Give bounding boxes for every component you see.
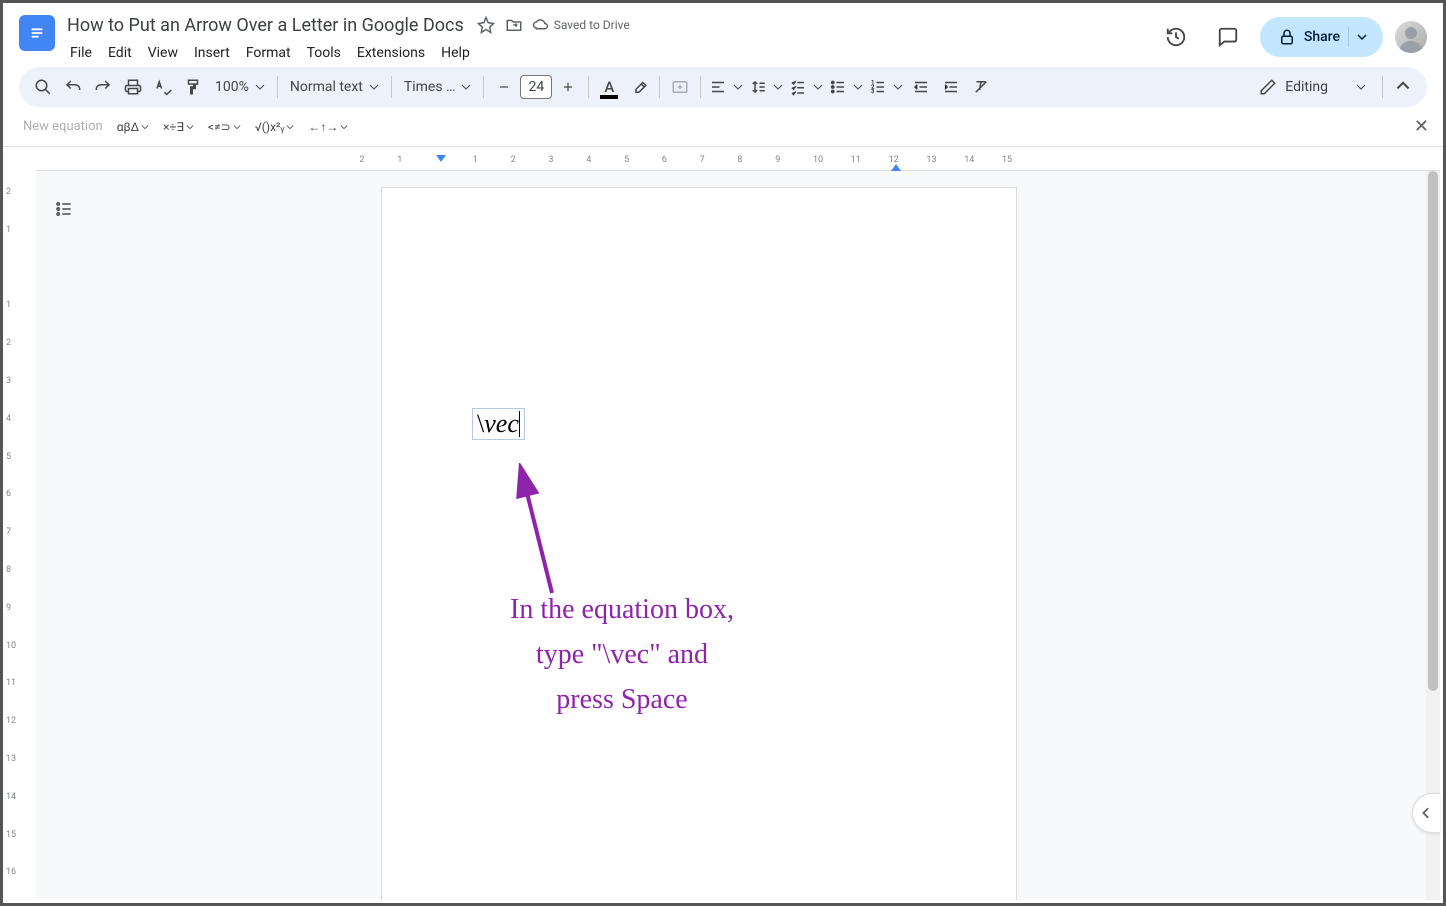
docs-logo-icon[interactable] — [19, 15, 55, 51]
save-status: Saved to Drive — [532, 16, 630, 34]
menu-bar: File Edit View Insert Format Tools Exten… — [63, 41, 1156, 65]
horizontal-ruler[interactable]: 21123456789101112131415 — [348, 155, 984, 171]
annotation-text: In the equation box, type "\vec" and pre… — [422, 588, 822, 722]
highlight-color-icon[interactable] — [625, 73, 653, 101]
eq-math-dropdown[interactable]: √()x²ᵧ — [255, 120, 295, 134]
menu-edit[interactable]: Edit — [101, 41, 139, 65]
annotation-arrow — [502, 463, 562, 603]
line-spacing-dropdown[interactable] — [747, 73, 785, 101]
menu-format[interactable]: Format — [239, 41, 298, 65]
menu-help[interactable]: Help — [434, 41, 477, 65]
main-toolbar: 100% Normal text Times … 24 A 123 Editin… — [19, 67, 1427, 107]
document-page[interactable]: \\vecvec In the equation box, type "\vec… — [381, 187, 1017, 900]
ruler-indent-marker-right[interactable] — [891, 164, 901, 171]
account-avatar[interactable] — [1395, 21, 1427, 53]
checklist-dropdown[interactable] — [787, 73, 825, 101]
indent-increase-icon[interactable] — [937, 73, 965, 101]
menu-insert[interactable]: Insert — [187, 41, 237, 65]
move-folder-icon[interactable] — [504, 15, 524, 35]
eq-greek-dropdown[interactable]: αβΔ — [117, 120, 149, 134]
insert-image-icon[interactable] — [666, 73, 694, 101]
share-dropdown-caret[interactable] — [1348, 27, 1375, 47]
new-equation-label[interactable]: New equation — [23, 119, 103, 134]
editing-mode-dropdown[interactable]: Editing — [1249, 71, 1376, 103]
vertical-ruler[interactable]: 2112345678910111213141516 — [6, 187, 20, 900]
document-title[interactable]: How to Put an Arrow Over a Letter in Goo… — [63, 15, 468, 36]
equation-input-box[interactable]: \\vecvec — [472, 408, 525, 440]
lock-icon — [1278, 28, 1296, 46]
indent-decrease-icon[interactable] — [907, 73, 935, 101]
print-icon[interactable] — [119, 73, 147, 101]
menu-view[interactable]: View — [141, 41, 185, 65]
redo-icon[interactable] — [89, 73, 117, 101]
text-color-icon[interactable]: A — [595, 73, 623, 101]
eq-arrows-dropdown[interactable]: ←↑→ — [308, 120, 348, 134]
search-menus-icon[interactable] — [29, 73, 57, 101]
hide-menus-icon[interactable] — [1389, 73, 1417, 101]
font-size-increase-icon[interactable] — [554, 73, 582, 101]
font-dropdown[interactable]: Times … — [398, 73, 478, 101]
spellcheck-icon[interactable] — [149, 73, 177, 101]
document-canvas: \\vecvec In the equation box, type "\vec… — [36, 171, 1440, 900]
app-header: How to Put an Arrow Over a Letter in Goo… — [3, 3, 1443, 67]
font-size-input[interactable]: 24 — [520, 75, 552, 99]
history-icon[interactable] — [1156, 17, 1196, 57]
zoom-dropdown[interactable]: 100% — [209, 73, 271, 101]
scrollbar-thumb[interactable] — [1428, 171, 1438, 691]
paint-format-icon[interactable] — [179, 73, 207, 101]
numbered-list-dropdown[interactable]: 123 — [867, 73, 905, 101]
equation-toolbar: New equation αβΔ ×÷∃ <≠⊃ √()x²ᵧ ←↑→ ✕ — [3, 107, 1443, 147]
svg-text:3: 3 — [872, 89, 875, 95]
menu-file[interactable]: File — [63, 41, 99, 65]
font-size-decrease-icon[interactable] — [490, 73, 518, 101]
cloud-icon — [532, 16, 550, 34]
share-button[interactable]: Share — [1260, 17, 1383, 57]
star-icon[interactable] — [476, 15, 496, 35]
bullet-list-dropdown[interactable] — [827, 73, 865, 101]
scrollbar-track[interactable] — [1426, 171, 1440, 900]
clear-formatting-icon[interactable] — [967, 73, 995, 101]
eq-operators-dropdown[interactable]: ×÷∃ — [163, 120, 194, 134]
align-dropdown[interactable] — [707, 73, 745, 101]
eq-relations-dropdown[interactable]: <≠⊃ — [208, 120, 241, 134]
close-icon[interactable]: ✕ — [1414, 116, 1429, 137]
ruler-indent-marker-top[interactable] — [436, 155, 446, 162]
menu-extensions[interactable]: Extensions — [350, 41, 432, 65]
paragraph-style-dropdown[interactable]: Normal text — [284, 73, 385, 101]
comments-icon[interactable] — [1208, 17, 1248, 57]
pencil-icon — [1259, 78, 1277, 96]
undo-icon[interactable] — [59, 73, 87, 101]
menu-tools[interactable]: Tools — [300, 41, 348, 65]
outline-toggle-icon[interactable] — [50, 195, 78, 223]
